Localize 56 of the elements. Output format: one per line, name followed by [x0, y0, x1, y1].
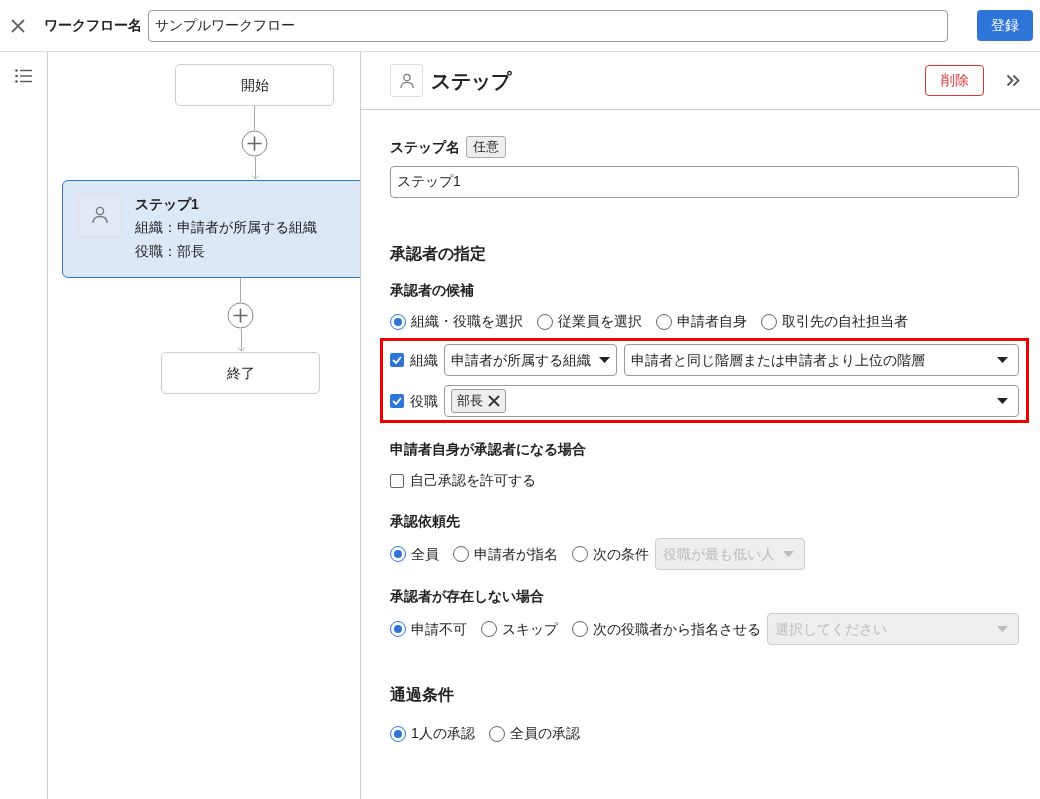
add-step-icon[interactable]: [241, 130, 268, 157]
dropdown-caret-icon: [599, 357, 610, 363]
field-label: 承認依頼先: [390, 512, 461, 531]
hierarchy-select[interactable]: 申請者と同じ階層または申請者より上位の階層: [624, 344, 1019, 376]
role-checkbox[interactable]: 役職: [390, 390, 438, 412]
field-label: 申請者自身が承認者になる場合: [390, 440, 587, 459]
radio-option[interactable]: スキップ: [481, 618, 558, 640]
self-approval-checkbox[interactable]: 自己承認を許可する: [390, 470, 1019, 491]
connector-arrow: [237, 329, 246, 352]
checkmark-icon: [392, 356, 402, 364]
radio-option[interactable]: 全員の承認: [488, 723, 580, 744]
workflow-name-field[interactable]: サンプルワークフロー: [148, 9, 948, 42]
radio-option[interactable]: 1人の承認: [390, 723, 475, 744]
dropdown-caret-icon: [997, 626, 1008, 632]
section-title: 通過条件: [390, 685, 455, 705]
radio-option[interactable]: 次の役職者から指名させる: [572, 618, 761, 640]
step-node[interactable]: ステップ1 組織：申請者が所属する組織 役職：部長: [62, 180, 360, 278]
role-select[interactable]: 部長: [444, 385, 1019, 417]
remove-icon[interactable]: [488, 395, 500, 407]
radio-option[interactable]: 次の条件: [572, 543, 649, 565]
checkmark-icon: [392, 397, 402, 405]
section-title: 承認者の指定: [390, 244, 487, 264]
role-tag[interactable]: 部長: [451, 389, 506, 413]
organization-checkbox[interactable]: 組織: [390, 349, 438, 371]
dropdown-caret-icon: [997, 398, 1008, 404]
organization-select[interactable]: 申請者が所属する組織: [444, 344, 617, 376]
panel-title: ステップ: [431, 68, 511, 94]
optional-badge: 任意: [466, 136, 506, 158]
workflow-name-label: ワークフロー名: [44, 16, 142, 35]
dropdown-caret-icon: [783, 551, 794, 557]
radio-option[interactable]: 申請不可: [390, 618, 467, 640]
radio-option[interactable]: 従業員を選択: [537, 311, 642, 332]
register-button[interactable]: 登録: [977, 10, 1033, 41]
radio-option[interactable]: 申請者自身: [656, 311, 747, 332]
person-icon: [399, 72, 414, 89]
person-icon: [92, 206, 108, 224]
step-name-field[interactable]: ステップ1: [390, 166, 1019, 198]
field-label: 承認者の候補: [390, 281, 475, 300]
radio-option[interactable]: 申請者が指名: [453, 543, 558, 565]
end-node[interactable]: 終了: [161, 352, 320, 394]
add-step-icon[interactable]: [227, 302, 254, 329]
connector-arrow: [251, 157, 260, 180]
dropdown-caret-icon: [997, 357, 1008, 363]
delete-button[interactable]: 削除: [925, 65, 984, 96]
start-node[interactable]: 開始: [175, 64, 334, 106]
list-icon[interactable]: [15, 69, 32, 83]
double-chevron-icon[interactable]: [1006, 74, 1020, 87]
close-icon: [11, 18, 25, 33]
field-label: ステップ名: [390, 137, 460, 157]
step-title: ステップ1: [135, 195, 200, 214]
radio-option[interactable]: 組織・役職を選択: [390, 311, 523, 332]
field-label: 承認者が存在しない場合: [390, 587, 545, 606]
radio-option[interactable]: 全員: [390, 543, 439, 565]
radio-option[interactable]: 取引先の自社担当者: [761, 311, 908, 332]
step-summary-text: 組織：申請者が所属する組織: [135, 218, 317, 237]
step-summary-text: 役職：部長: [135, 242, 206, 261]
